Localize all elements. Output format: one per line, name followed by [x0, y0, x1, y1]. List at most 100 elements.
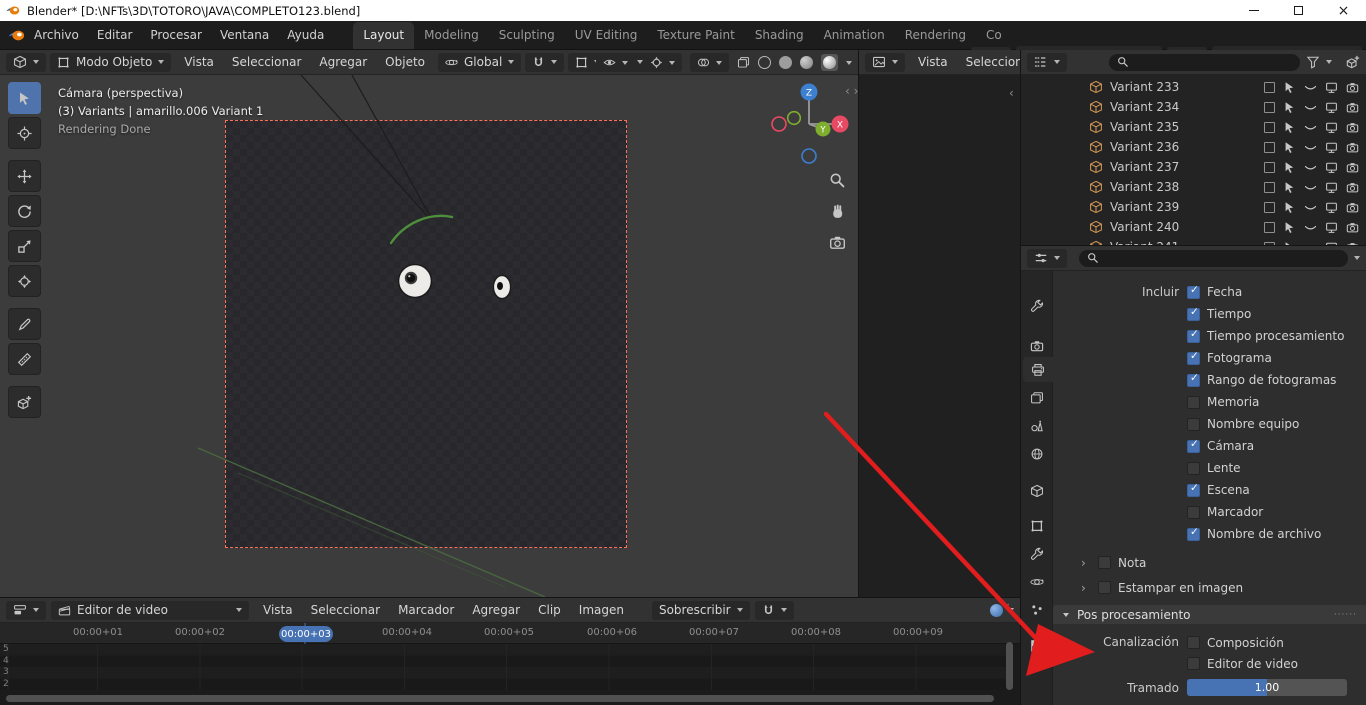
- tab-modifiers[interactable]: [1023, 541, 1051, 566]
- workspace-tab[interactable]: UV Editing: [565, 22, 648, 49]
- checkbox[interactable]: [1187, 306, 1200, 321]
- tab-texture[interactable]: [1023, 633, 1051, 658]
- xray-toggle-icon[interactable]: [737, 56, 750, 69]
- exclude-checkbox[interactable]: [1264, 101, 1275, 113]
- checkbox[interactable]: [1187, 350, 1200, 365]
- annotate-tool[interactable]: [8, 308, 41, 340]
- menu-item[interactable]: Archivo: [25, 21, 88, 49]
- shading-wireframe-button[interactable]: [758, 56, 771, 69]
- tab-particles[interactable]: [1023, 597, 1051, 622]
- render-visibility-icon[interactable]: [1346, 81, 1359, 94]
- measure-tool[interactable]: [8, 343, 41, 375]
- checkbox[interactable]: [1187, 395, 1200, 409]
- menu-item[interactable]: Procesar: [141, 21, 211, 49]
- editor-type-button[interactable]: [865, 52, 905, 72]
- object-name[interactable]: Variant 235: [1110, 120, 1179, 134]
- outliner-row[interactable]: Variant 239: [1021, 197, 1366, 217]
- checkbox[interactable]: [1098, 556, 1111, 569]
- exclude-checkbox[interactable]: [1264, 121, 1275, 133]
- gizmos-dropdown[interactable]: [643, 53, 682, 72]
- menu-item[interactable]: Clip: [529, 603, 570, 617]
- outliner-row[interactable]: Variant 241: [1021, 237, 1366, 245]
- overlays-dropdown[interactable]: [690, 53, 729, 72]
- tab-physics[interactable]: [1023, 569, 1051, 594]
- selectable-icon[interactable]: [1283, 161, 1296, 174]
- workspace-tab[interactable]: Shading: [745, 22, 814, 49]
- minimize-button[interactable]: [1231, 0, 1276, 21]
- navigation-gizmo[interactable]: Z X Y: [766, 80, 854, 172]
- menu-item[interactable]: Agregar: [463, 603, 529, 617]
- menu-item[interactable]: Seleccionar: [957, 55, 1020, 69]
- select-box-tool[interactable]: [8, 82, 41, 114]
- checkbox[interactable]: [1187, 526, 1200, 541]
- shading-solid-button[interactable]: [779, 56, 792, 69]
- selectable-icon[interactable]: [1283, 121, 1296, 134]
- checkbox[interactable]: [1187, 417, 1200, 431]
- menu-item[interactable]: Agregar: [310, 55, 376, 69]
- exclude-checkbox[interactable]: [1264, 141, 1275, 153]
- chevron-down-icon[interactable]: [1326, 60, 1332, 64]
- menu-item[interactable]: Objeto: [376, 55, 434, 69]
- object-name[interactable]: Variant 233: [1110, 80, 1179, 94]
- exclude-checkbox[interactable]: [1264, 161, 1275, 173]
- maximize-button[interactable]: [1276, 0, 1321, 21]
- checkbox[interactable]: [1187, 328, 1200, 343]
- selectable-icon[interactable]: [1283, 81, 1296, 94]
- selectable-icon[interactable]: [1283, 141, 1296, 154]
- render-visibility-icon[interactable]: [1346, 101, 1359, 114]
- post-processing-panel-header[interactable]: Pos procesamiento: [1053, 605, 1366, 624]
- properties-editor[interactable]: Incluir Fecha Tiempo Tiempo p: [1020, 245, 1366, 705]
- render-visibility-icon[interactable]: [1346, 161, 1359, 174]
- timeline-ruler[interactable]: 00:00+01 00:00+02 00:00+04 00:00+05 00:00+06…: [0, 623, 1020, 644]
- editor-type-button[interactable]: [6, 52, 46, 72]
- outliner-search[interactable]: [1109, 53, 1300, 71]
- dither-slider[interactable]: 1.00: [1187, 679, 1347, 696]
- region-toggle-arrow[interactable]: ‹: [1005, 599, 1010, 613]
- hide-icon[interactable]: [1304, 101, 1317, 114]
- object-visibility-dropdown[interactable]: [596, 53, 635, 72]
- current-frame-badge[interactable]: 00:00+03: [279, 626, 333, 642]
- camera-view-icon[interactable]: [829, 234, 846, 251]
- tab-tool[interactable]: [1023, 293, 1051, 318]
- snap-toggle[interactable]: [754, 600, 794, 620]
- menu-item[interactable]: Vista: [254, 603, 302, 617]
- transform-orientation-dropdown[interactable]: Global: [438, 52, 522, 72]
- outliner-display-mode[interactable]: [1027, 52, 1067, 72]
- viewport-visibility-icon[interactable]: [1325, 101, 1338, 114]
- viewport-visibility-icon[interactable]: [1325, 81, 1338, 94]
- menu-item[interactable]: Editar: [88, 21, 142, 49]
- sequencer-channels[interactable]: [0, 644, 1010, 690]
- render-visibility-icon[interactable]: [1346, 121, 1359, 134]
- chevron-down-icon[interactable]: [846, 60, 852, 65]
- menu-item[interactable]: Imagen: [570, 603, 633, 617]
- tab-output[interactable]: [1023, 357, 1053, 382]
- menu-item[interactable]: Seleccionar: [302, 603, 389, 617]
- vertical-scrollbar[interactable]: [1006, 642, 1013, 690]
- region-toggle-arrow[interactable]: ‹: [1009, 86, 1014, 100]
- exclude-checkbox[interactable]: [1264, 221, 1275, 233]
- region-toggle-arrows[interactable]: ‹ ›: [845, 84, 858, 98]
- shading-material-button[interactable]: [800, 56, 813, 69]
- chevron-down-icon[interactable]: [1354, 256, 1360, 260]
- menu-item[interactable]: Ventana: [211, 21, 278, 49]
- workspace-tab[interactable]: Layout: [353, 22, 415, 49]
- rotate-tool[interactable]: [8, 195, 41, 227]
- menu-item[interactable]: Vista: [909, 55, 957, 69]
- render-visibility-icon[interactable]: [1346, 181, 1359, 194]
- menu-item[interactable]: Ayuda: [278, 21, 333, 49]
- outliner-row[interactable]: Variant 237: [1021, 157, 1366, 177]
- checkbox[interactable]: [1187, 636, 1200, 649]
- object-name[interactable]: Variant 236: [1110, 140, 1179, 154]
- exclude-checkbox[interactable]: [1264, 201, 1275, 213]
- render-visibility-icon[interactable]: [1346, 221, 1359, 234]
- object-name[interactable]: Variant 237: [1110, 160, 1179, 174]
- new-collection-icon[interactable]: [1346, 55, 1360, 69]
- workspace-tab[interactable]: Animation: [814, 22, 895, 49]
- checkbox[interactable]: [1187, 372, 1200, 387]
- editor-type-button[interactable]: [6, 600, 46, 620]
- blender-menu-icon[interactable]: [8, 27, 25, 44]
- subpanel-row[interactable]: › Nota: [1081, 550, 1243, 575]
- object-name[interactable]: Variant 239: [1110, 200, 1179, 214]
- hide-icon[interactable]: [1304, 81, 1317, 94]
- workspace-tab[interactable]: Sculpting: [489, 22, 565, 49]
